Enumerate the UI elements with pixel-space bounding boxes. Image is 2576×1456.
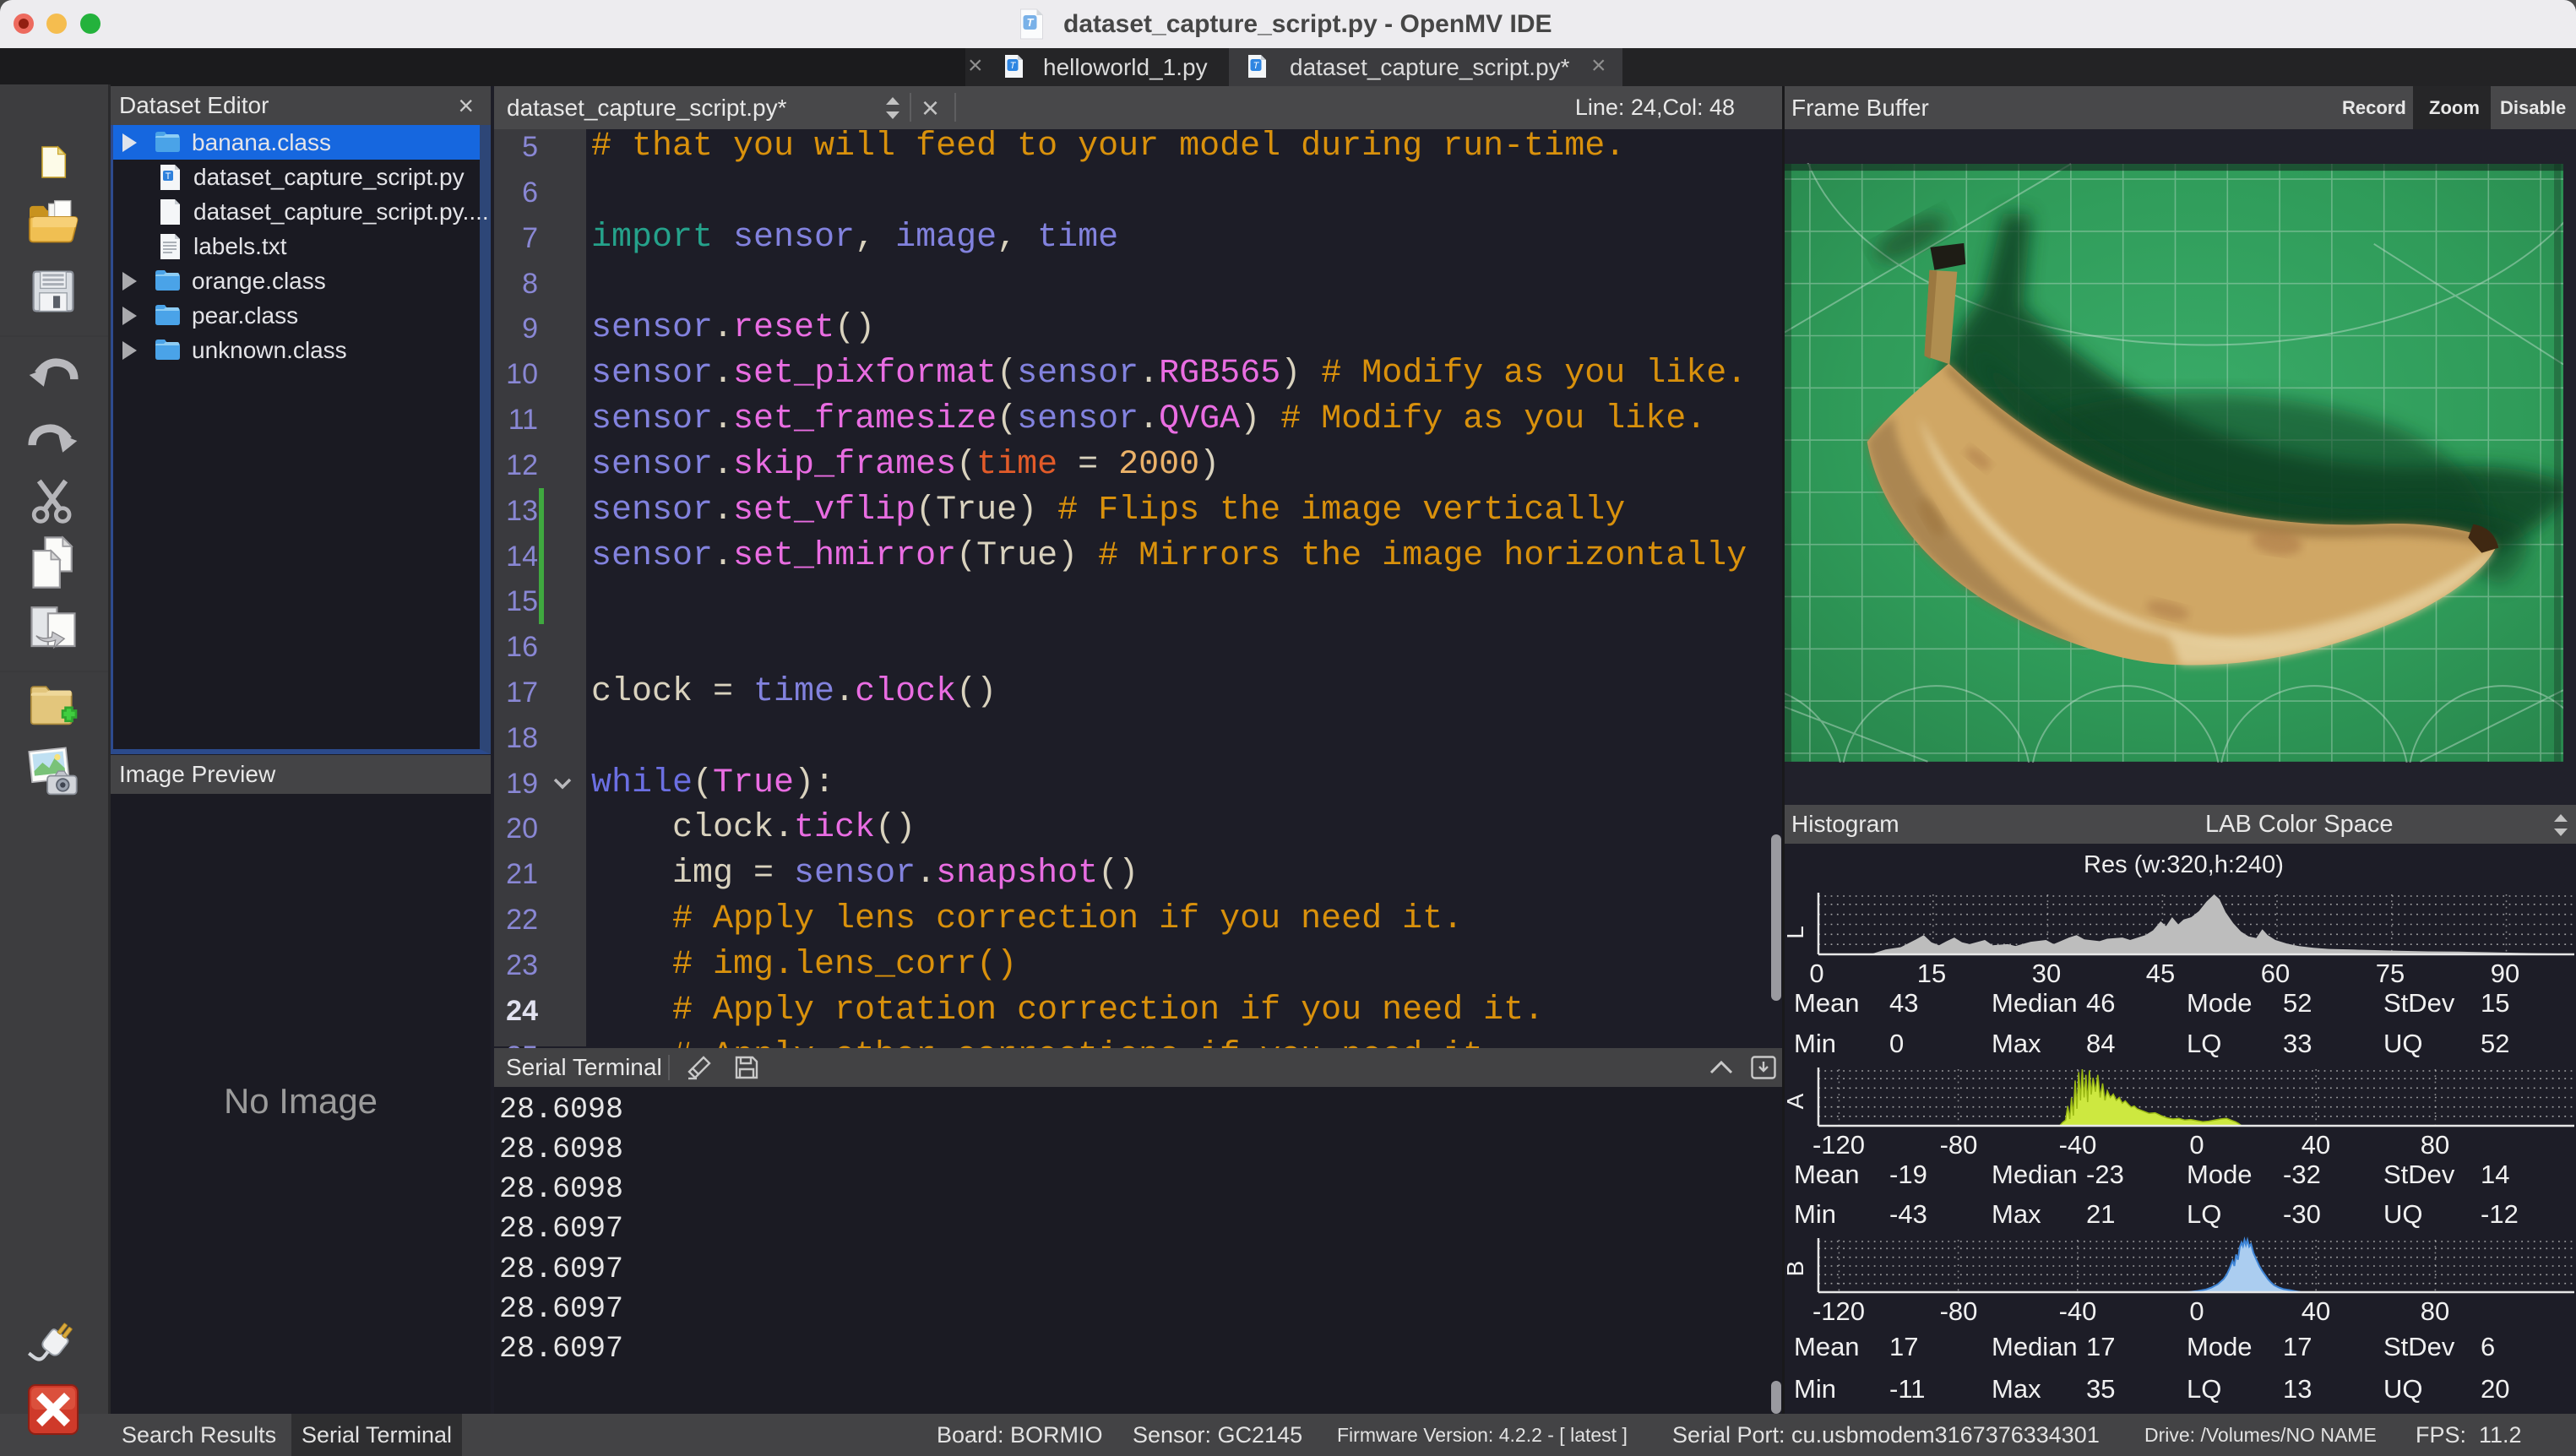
svg-text:-19: -19 bbox=[1889, 1160, 1927, 1189]
svg-text:15: 15 bbox=[2481, 988, 2509, 1018]
svg-text:0: 0 bbox=[2189, 1130, 2204, 1160]
svg-text:Mode: Mode bbox=[2187, 1332, 2253, 1361]
svg-text:17: 17 bbox=[1889, 1332, 1918, 1361]
svg-text:0: 0 bbox=[1809, 959, 1823, 988]
svg-text:Median: Median bbox=[1992, 1160, 2078, 1189]
svg-text:-11: -11 bbox=[1889, 1374, 1926, 1404]
svg-text:Mean: Mean bbox=[1794, 1332, 1860, 1361]
svg-text:6: 6 bbox=[2481, 1332, 2495, 1361]
svg-text:Mean: Mean bbox=[1794, 1160, 1860, 1189]
svg-text:-32: -32 bbox=[2283, 1160, 2321, 1189]
svg-text:T: T bbox=[166, 171, 171, 182]
svg-text:15: 15 bbox=[1917, 959, 1946, 988]
svg-text:40: 40 bbox=[2302, 1130, 2330, 1160]
svg-text:StDev: StDev bbox=[2383, 1160, 2455, 1189]
svg-text:90: 90 bbox=[2491, 959, 2519, 988]
svg-text:14: 14 bbox=[2481, 1160, 2509, 1189]
svg-text:75: 75 bbox=[2376, 959, 2405, 988]
svg-text:80: 80 bbox=[2421, 1296, 2449, 1326]
svg-text:-80: -80 bbox=[1940, 1296, 1978, 1326]
svg-text:StDev: StDev bbox=[2383, 988, 2455, 1018]
svg-text:-120: -120 bbox=[1812, 1296, 1865, 1326]
svg-text:-30: -30 bbox=[2283, 1199, 2321, 1229]
svg-text:L: L bbox=[1785, 926, 1808, 939]
svg-text:LQ: LQ bbox=[2187, 1374, 2221, 1404]
svg-text:-80: -80 bbox=[1940, 1130, 1978, 1160]
svg-text:UQ: UQ bbox=[2383, 1199, 2423, 1229]
svg-text:Median: Median bbox=[1992, 1332, 2078, 1361]
svg-text:-120: -120 bbox=[1812, 1130, 1865, 1160]
svg-text:-43: -43 bbox=[1889, 1199, 1927, 1229]
svg-text:46: 46 bbox=[2086, 988, 2115, 1018]
svg-text:45: 45 bbox=[2146, 959, 2175, 988]
svg-text:T: T bbox=[1027, 16, 1035, 29]
svg-text:17: 17 bbox=[2283, 1332, 2312, 1361]
svg-text:Mode: Mode bbox=[2187, 1160, 2253, 1189]
svg-text:Mean: Mean bbox=[1794, 988, 1860, 1018]
svg-text:80: 80 bbox=[2421, 1130, 2449, 1160]
svg-text:LQ: LQ bbox=[2187, 1199, 2221, 1229]
svg-text:33: 33 bbox=[2283, 1029, 2312, 1058]
svg-text:60: 60 bbox=[2261, 959, 2290, 988]
svg-text:B: B bbox=[1785, 1261, 1808, 1277]
svg-text:Max: Max bbox=[1992, 1199, 2041, 1229]
svg-text:35: 35 bbox=[2086, 1374, 2115, 1404]
svg-text:Min: Min bbox=[1794, 1374, 1836, 1404]
svg-text:21: 21 bbox=[2086, 1199, 2115, 1229]
svg-text:A: A bbox=[1785, 1093, 1808, 1109]
svg-text:20: 20 bbox=[2481, 1374, 2509, 1404]
svg-text:LQ: LQ bbox=[2187, 1029, 2221, 1058]
svg-text:17: 17 bbox=[2086, 1332, 2115, 1361]
svg-text:Max: Max bbox=[1992, 1374, 2041, 1404]
svg-text:-40: -40 bbox=[2059, 1130, 2097, 1160]
svg-text:-12: -12 bbox=[2481, 1199, 2519, 1229]
svg-text:0: 0 bbox=[1889, 1029, 1904, 1058]
svg-text:Max: Max bbox=[1992, 1029, 2041, 1058]
svg-text:UQ: UQ bbox=[2383, 1374, 2423, 1404]
svg-text:43: 43 bbox=[1889, 988, 1918, 1018]
svg-text:0: 0 bbox=[2189, 1296, 2204, 1326]
svg-text:Min: Min bbox=[1794, 1029, 1836, 1058]
svg-text:13: 13 bbox=[2283, 1374, 2312, 1404]
svg-text:Mode: Mode bbox=[2187, 988, 2253, 1018]
svg-text:Min: Min bbox=[1794, 1199, 1836, 1229]
svg-text:Median: Median bbox=[1992, 988, 2078, 1018]
svg-text:40: 40 bbox=[2302, 1296, 2330, 1326]
svg-text:84: 84 bbox=[2086, 1029, 2115, 1058]
svg-text:StDev: StDev bbox=[2383, 1332, 2455, 1361]
svg-text:UQ: UQ bbox=[2383, 1029, 2423, 1058]
svg-text:52: 52 bbox=[2283, 988, 2312, 1018]
svg-text:-23: -23 bbox=[2086, 1160, 2124, 1189]
svg-text:-40: -40 bbox=[2059, 1296, 2097, 1326]
svg-text:30: 30 bbox=[2032, 959, 2061, 988]
svg-text:52: 52 bbox=[2481, 1029, 2509, 1058]
